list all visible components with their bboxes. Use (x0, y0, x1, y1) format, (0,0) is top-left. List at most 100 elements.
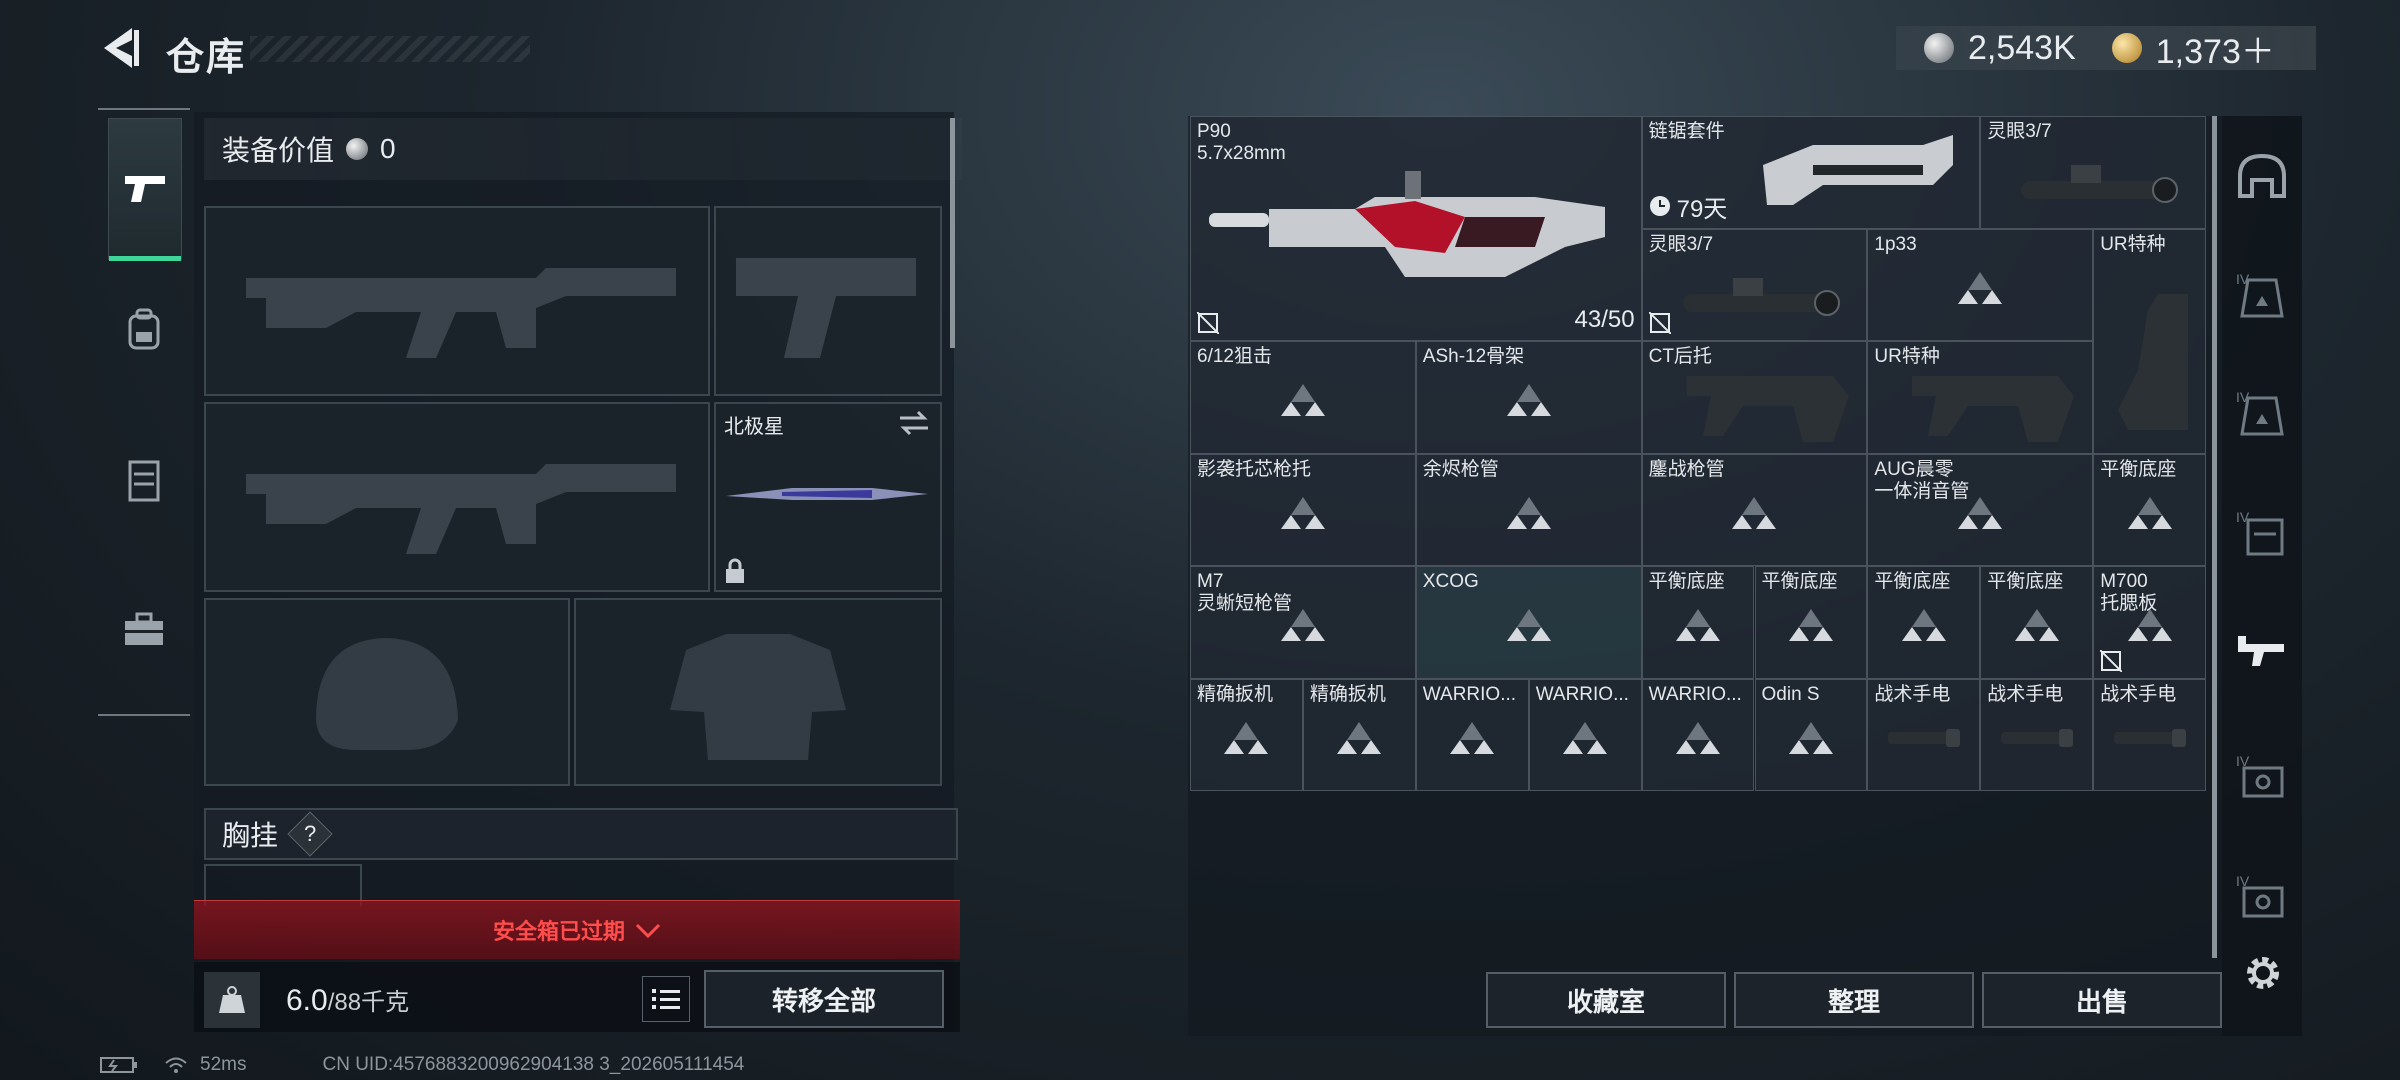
no-trade-icon (1197, 312, 1219, 334)
storage-item-balance-mount-d[interactable]: 平衡底座 (1867, 566, 1981, 679)
settings-gear-icon[interactable] (2240, 950, 2286, 996)
stock-icon (2118, 293, 2189, 430)
storage-item-m700-cheek[interactable]: M700 托腮板 (2093, 566, 2207, 679)
silver-coin-icon (1924, 33, 1954, 63)
case-tab-icon[interactable]: IV (2234, 748, 2290, 804)
collection-room-button[interactable]: 收藏室 (1486, 972, 1726, 1028)
safe-box-expired-banner[interactable]: 安全箱已过期 (194, 900, 960, 959)
tab-backpack[interactable] (108, 260, 180, 400)
gold-balance[interactable]: 1,373＋ (2156, 24, 2275, 73)
placeholder-triangle-icon (1901, 609, 1946, 642)
storage-item-ct-stock[interactable]: CT后托 (1641, 341, 1868, 454)
chest-rig-label: 胸挂 (222, 820, 279, 851)
sidearm-slot[interactable] (714, 206, 942, 396)
primary-weapon-slot[interactable] (204, 206, 710, 396)
secondary-weapon-slot[interactable] (204, 402, 710, 592)
tab-vest[interactable] (108, 410, 180, 550)
storage-scrollbar[interactable] (2212, 116, 2217, 958)
storage-item-flashlight-b[interactable]: 战术手电 (1980, 678, 2094, 791)
title-decoration (250, 36, 530, 62)
item-name: 平衡底座 (1987, 571, 2064, 592)
no-trade-icon (2100, 649, 2123, 672)
weight-max: /88千克 (327, 989, 410, 1016)
storage-item-shadow-stock[interactable]: 影袭托芯枪托 (1190, 453, 1416, 566)
equip-value-amount: 0 (380, 133, 396, 164)
helmet-tab-icon[interactable] (2234, 150, 2290, 206)
item-name: WARRIO... (1422, 683, 1517, 705)
rifle-tab-icon[interactable] (2234, 622, 2290, 678)
armor-slot[interactable] (574, 598, 942, 786)
armor-tab-icon[interactable]: IV (2234, 266, 2290, 322)
storage-item-balance-mount-e[interactable]: 平衡底座 (1980, 566, 2094, 679)
list-view-button[interactable] (642, 976, 690, 1022)
melee-slot[interactable]: 北极星 (714, 402, 942, 592)
storage-item-balance-mount-b[interactable]: 平衡底座 (1641, 566, 1755, 679)
helmet-slot[interactable] (204, 598, 570, 786)
item-name: 鏖战枪管 (1648, 458, 1725, 480)
storage-item-m7-barrel[interactable]: M7 灵蜥短枪管 (1190, 566, 1416, 679)
placeholder-triangle-icon (2127, 609, 2172, 642)
item-name: WARRIO... (1535, 683, 1629, 705)
storage-item-balance-mount-c[interactable]: 平衡底座 (1754, 566, 1868, 679)
tab-weapons[interactable] (108, 118, 182, 261)
storage-item-p90[interactable]: P90 5.7x28mm 43/50 (1190, 116, 1642, 341)
weight-icon (204, 972, 260, 1028)
storage-item-xcog[interactable]: XCOG (1415, 566, 1642, 679)
item-name: XCOG (1422, 571, 1479, 592)
placeholder-triangle-icon (1732, 496, 1777, 529)
timer-text: 79天 (1676, 195, 1728, 223)
sell-button[interactable]: 出售 (1982, 972, 2222, 1028)
placeholder-triangle-icon (2014, 609, 2059, 642)
swap-icon[interactable] (898, 410, 930, 436)
placeholder-triangle-icon (2127, 496, 2172, 529)
placeholder-triangle-icon (1506, 496, 1551, 529)
storage-item-trigger-b[interactable]: 精确扳机 (1302, 678, 1416, 791)
magazine-capacity: 43/50 (1574, 306, 1635, 333)
placeholder-triangle-icon (1676, 721, 1721, 754)
item-name: 战术手电 (1874, 683, 1951, 705)
tab-briefcase[interactable] (108, 560, 180, 700)
flashlight-icon (2114, 728, 2187, 747)
storage-item-sniper-612[interactable]: 6/12狙击 (1190, 341, 1416, 454)
flashlight-icon (1888, 728, 1961, 747)
back-arrow-icon[interactable] (98, 24, 142, 72)
vest-tab-icon[interactable]: IV (2234, 504, 2290, 560)
item-name: Odin S (1761, 683, 1820, 705)
storage-item-ember-barrel[interactable]: 余烬枪管 (1415, 453, 1642, 566)
storage-item-1p33[interactable]: 1p33 (1867, 228, 2094, 341)
help-icon[interactable]: ? (287, 811, 333, 857)
armor-tab-icon[interactable]: IV (2234, 384, 2290, 440)
storage-item-flashlight-a[interactable]: 战术手电 (1867, 678, 1981, 791)
placeholder-triangle-icon (1788, 721, 1833, 754)
transfer-all-button[interactable]: 转移全部 (704, 970, 944, 1028)
storage-item-trigger-a[interactable]: 精确扳机 (1190, 678, 1303, 791)
storage-item-odin[interactable]: Odin S (1754, 678, 1868, 791)
sort-button[interactable]: 整理 (1734, 972, 1974, 1028)
wifi-icon (165, 1057, 187, 1073)
equipment-value: 装备价值 0 (204, 118, 962, 180)
storage-item-lingyan-a[interactable]: 灵眼3/7 (1980, 116, 2207, 229)
storage-item-ur-stock-a[interactable]: UR特种 (2093, 228, 2207, 454)
item-name: 灵眼3/7 (1987, 121, 2052, 142)
item-name: 战术手电 (1987, 683, 2064, 705)
storage-item-warrior-c[interactable]: WARRIO... (1641, 678, 1755, 791)
placeholder-triangle-icon (1450, 721, 1495, 754)
storage-item-warrior-a[interactable]: WARRIO... (1415, 678, 1529, 791)
stock-icon (1912, 376, 2075, 442)
storage-item-chainsaw-kit[interactable]: 链锯套件 79天 (1641, 116, 1981, 229)
case-tab-icon[interactable]: IV (2234, 868, 2290, 924)
storage-item-mochan-barrel[interactable]: 鏖战枪管 (1641, 453, 1868, 566)
silver-balance: 2,543K (1968, 28, 2076, 67)
list-icon (652, 989, 680, 1009)
storage-item-aug-suppressor[interactable]: AUG晨零 一体消音管 (1867, 453, 2094, 566)
vest-icon (128, 460, 160, 502)
scope-icon (2021, 165, 2179, 203)
storage-item-warrior-b[interactable]: WARRIO... (1528, 678, 1642, 791)
storage-item-balance-mount-a[interactable]: 平衡底座 (2093, 453, 2207, 566)
storage-item-flashlight-c[interactable]: 战术手电 (2093, 678, 2207, 791)
storage-item-ur-stock-b[interactable]: UR特种 (1867, 341, 2094, 454)
storage-item-lingyan-b[interactable]: 灵眼3/7 (1641, 228, 1868, 341)
storage-grid: P90 5.7x28mm 43/50 链锯套件 79天 灵眼3/7 灵眼3/7 1p33 UR… (1190, 116, 2207, 792)
storage-item-ash12[interactable]: ASh-12骨架 (1415, 341, 1642, 454)
scope-icon (1682, 277, 1840, 316)
